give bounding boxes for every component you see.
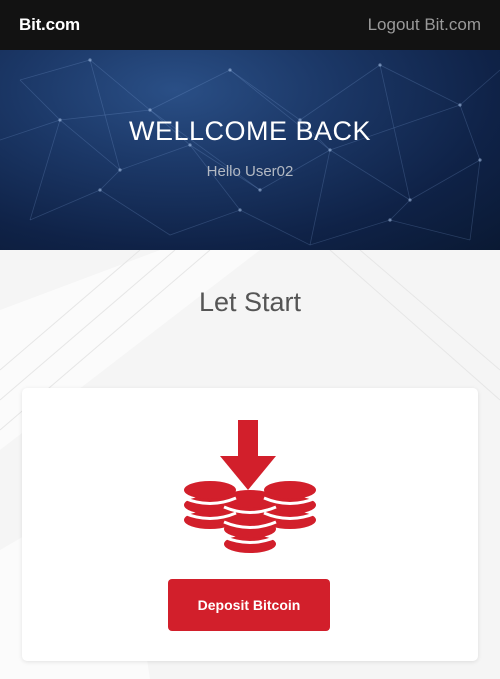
network-background-graphic <box>0 58 500 246</box>
deposit-bitcoin-button[interactable]: Deposit Bitcoin <box>168 579 330 631</box>
hero-banner: WELLCOME BACK Hello User02 <box>0 50 500 250</box>
main-content: Let Start Deposit Bitcoin <box>0 250 500 679</box>
brand-logo[interactable]: Bit.com <box>19 15 80 35</box>
logout-link[interactable]: Logout Bit.com <box>368 15 481 35</box>
deposit-card: Deposit Bitcoin <box>22 388 478 661</box>
top-navbar: Bit.com Logout Bit.com <box>0 0 500 50</box>
user-greeting: Hello User02 <box>206 163 294 180</box>
section-title: Let Start <box>198 287 302 317</box>
welcome-title: WELLCOME BACK <box>128 116 372 146</box>
deposit-coins-icon <box>183 420 317 553</box>
